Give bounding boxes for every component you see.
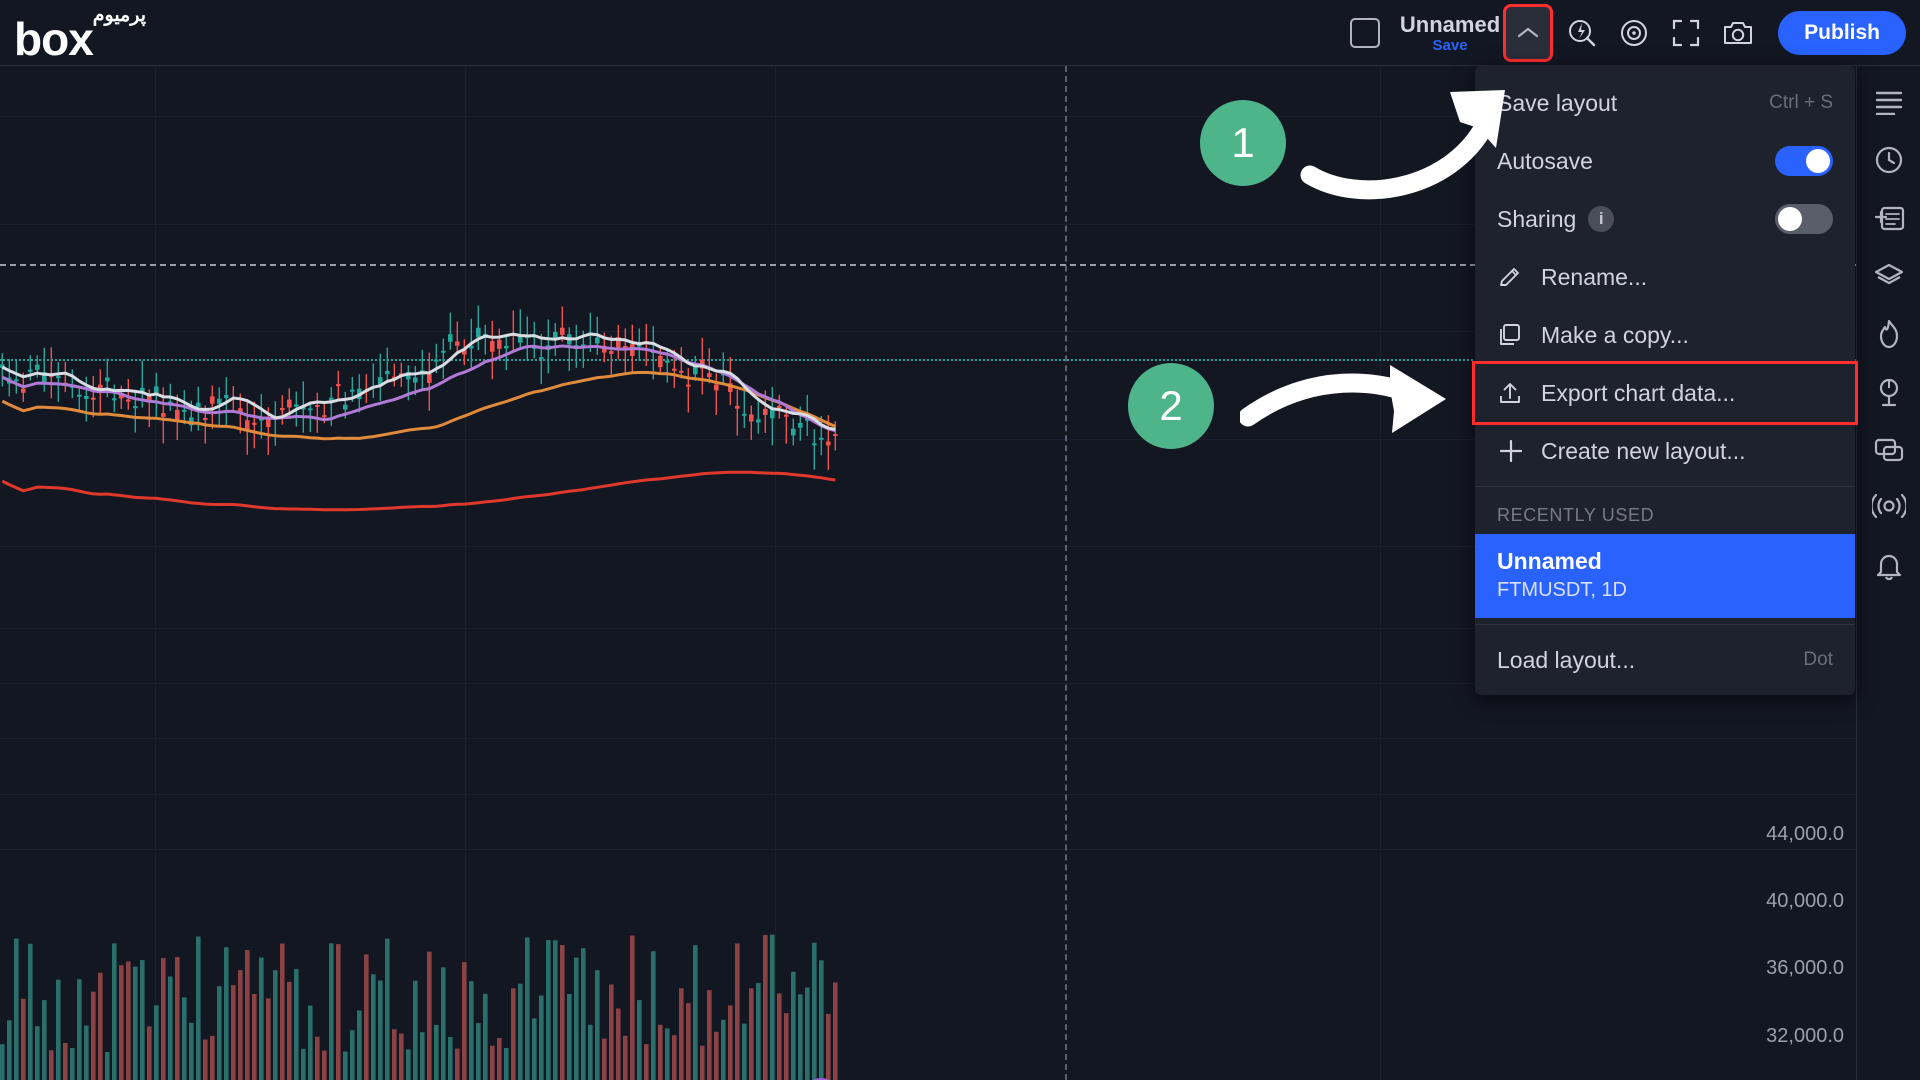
watchlist-icon[interactable] [1863,76,1915,128]
snapshot-target-icon[interactable] [1608,7,1660,59]
right-toolbar [1856,66,1920,1080]
layers-icon[interactable] [1863,250,1915,302]
notifications-bell-icon[interactable] [1863,540,1915,592]
menu-item-save-layout[interactable]: Save layout Ctrl + S [1475,74,1855,132]
brand-logo: پرمیوم box [8,0,168,66]
menu-item-label: Save layout [1497,89,1618,116]
menu-item-export-chart-data[interactable]: Export chart data... [1472,361,1858,425]
toggle-knob [1806,149,1830,173]
sharing-toggle[interactable] [1775,204,1833,234]
menu-divider [1475,486,1855,487]
hotlist-fire-icon[interactable] [1863,308,1915,360]
price-tick-label: 36,000.0 [1766,957,1844,979]
top-toolbar-right-group: Unnamed Save Publish [1349,0,1906,66]
fullscreen-icon[interactable] [1660,7,1712,59]
autosave-toggle[interactable] [1775,146,1833,176]
menu-item-autosave[interactable]: Autosave [1475,132,1855,190]
menu-divider [1475,624,1855,625]
menu-item-create-new-layout[interactable]: Create new layout... [1475,422,1855,480]
publish-button[interactable]: Publish [1778,11,1906,55]
menu-item-label: Export chart data... [1541,379,1736,406]
pencil-icon [1497,264,1541,290]
menu-section-recently-used: RECENTLY USED [1497,505,1655,525]
brand-name-text: box [14,13,94,65]
info-icon[interactable]: i [1588,206,1615,232]
recent-layout-subtitle: FTMUSDT, 1D [1497,579,1627,601]
annotation-badge-2: 2 [1128,363,1214,449]
price-tick-label: 40,000.0 [1766,890,1844,912]
layout-title-group[interactable]: Unnamed Save [1399,11,1501,54]
recent-layout-item[interactable]: Unnamed FTMUSDT, 1D [1475,534,1855,618]
menu-item-label: Rename... [1541,263,1648,290]
menu-item-make-a-copy[interactable]: Make a copy... [1475,306,1855,364]
annotation-badge-1: 1 [1200,100,1286,186]
menu-item-label: Create new layout... [1541,437,1746,464]
menu-item-label: Autosave [1497,147,1593,174]
price-tick-label: 32,000.0 [1766,1025,1844,1047]
menu-item-rename[interactable]: Rename... [1475,248,1855,306]
broadcast-icon[interactable] [1863,482,1915,534]
replay-icon[interactable] [1556,7,1608,59]
save-link[interactable]: Save [1433,37,1468,54]
export-upload-icon [1497,380,1541,406]
price-tick-label: 44,000.0 [1766,823,1844,845]
menu-item-load-layout[interactable]: Load layout... Dot [1475,631,1855,689]
menu-item-label: Make a copy... [1541,321,1689,348]
menu-item-label: Load layout... [1497,646,1636,673]
recent-layout-title: Unnamed [1497,548,1602,574]
toggle-knob [1778,207,1802,231]
layout-square-icon[interactable] [1349,18,1380,48]
menu-item-sharing[interactable]: Sharing i [1475,190,1855,248]
chevron-up-icon[interactable] [1503,4,1554,62]
brand-persian-text: پرمیوم [92,5,146,26]
plus-icon [1497,437,1541,465]
layout-name-label: Unnamed [1399,11,1501,37]
menu-item-label-group: Sharing i [1497,206,1775,233]
chat-icon[interactable] [1863,424,1915,476]
calendar-pin-icon[interactable] [1863,366,1915,418]
layout-dropdown-menu[interactable]: Save layout Ctrl + S Autosave Sharing i … [1472,66,1858,695]
menu-item-label: Sharing [1497,205,1577,232]
camera-icon[interactable] [1712,7,1764,59]
alerts-clock-icon[interactable] [1863,134,1915,186]
top-toolbar: پرمیوم box Unnamed Save Publish [0,0,1920,66]
menu-item-shortcut: Dot [1803,649,1833,670]
data-window-icon[interactable] [1863,192,1915,244]
menu-item-shortcut: Ctrl + S [1769,92,1833,113]
copy-icon [1497,322,1541,348]
